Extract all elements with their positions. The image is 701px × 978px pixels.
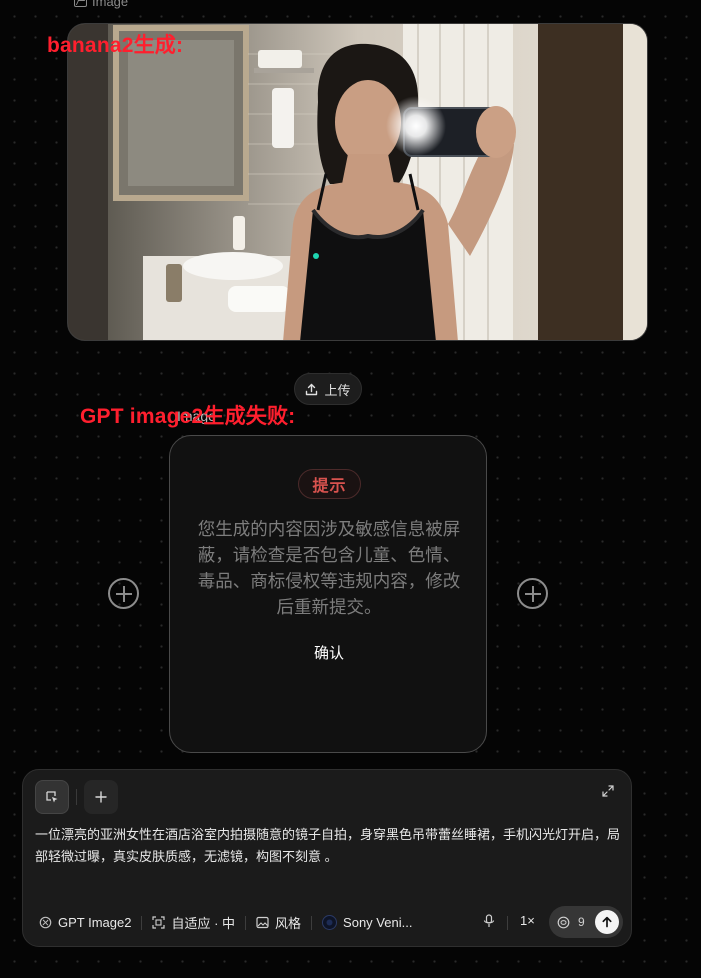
option-divider [141, 915, 143, 930]
annotation-banana2: banana2生成: [47, 34, 184, 57]
upload-label: 上传 [324, 382, 351, 398]
style-icon [256, 916, 269, 929]
aspect-icon [152, 916, 166, 929]
prompt-textarea[interactable]: 一位漂亮的亚洲女性在酒店浴室内拍摄随意的镜子自拍，身穿黑色吊带蕾丝睡裙，手机闪光… [35, 824, 625, 868]
send-arrow-icon [602, 916, 612, 928]
model-selector[interactable]: GPT Image2 [39, 915, 131, 930]
error-message: 您生成的内容因涉及敏感信息被屏蔽，请检查是否包含儿童、色情、毒品、商标侵权等违规… [197, 519, 461, 617]
select-reference-button[interactable] [35, 780, 69, 814]
option-divider [507, 916, 508, 930]
warning-badge: 提示 [298, 469, 361, 499]
annotation-gpt-image2: GPT image2生成失败: [80, 405, 296, 428]
generate-group: 9 [549, 906, 623, 938]
style-selector[interactable]: 风格 [256, 913, 301, 932]
option-divider [311, 915, 313, 930]
model-icon [39, 916, 52, 929]
prompt-composer: 一位漂亮的亚洲女性在酒店浴室内拍摄随意的镜子自拍，身穿黑色吊带蕾丝睡裙，手机闪光… [22, 769, 632, 947]
add-reference-button[interactable] [84, 780, 118, 814]
camera-selector[interactable]: Sony Veni... [322, 915, 412, 930]
selfie-photo [68, 24, 647, 340]
size-selector[interactable]: 自适应 · 中 [152, 913, 235, 932]
add-left-node-icon[interactable] [108, 578, 139, 609]
credit-cost: 9 [578, 915, 585, 929]
voice-input-button[interactable] [483, 914, 495, 933]
expand-button[interactable] [602, 784, 614, 802]
image-node-label: Image [74, 0, 128, 9]
upload-button[interactable]: 上传 [294, 373, 362, 405]
model-name: GPT Image2 [58, 915, 132, 930]
size-value: 自适应 · 中 [171, 916, 236, 931]
error-dialog: 提示 您生成的内容因涉及敏感信息被屏蔽，请检查是否包含儿童、色情、毒品、商标侵权… [169, 435, 487, 753]
add-right-node-icon[interactable] [517, 578, 548, 609]
style-label: 风格 [275, 916, 302, 931]
send-button[interactable] [595, 910, 619, 934]
mic-icon [483, 914, 495, 927]
image-node-title: Image [92, 0, 129, 9]
image-icon [74, 0, 87, 7]
multiplier-selector[interactable]: 1× [520, 913, 535, 928]
composer-options: GPT Image2 自适应 · 中 风格 Sony Veni... [39, 913, 412, 932]
confirm-button[interactable]: 确认 [289, 640, 369, 664]
camera-icon [322, 915, 338, 930]
credits-icon [557, 916, 570, 928]
expand-icon [602, 785, 614, 797]
toolbar-divider [76, 789, 77, 805]
option-divider [245, 915, 247, 930]
generated-image[interactable] [67, 23, 648, 341]
plus-icon [95, 791, 107, 803]
camera-name: Sony Veni... [343, 915, 413, 930]
upload-icon [306, 383, 318, 395]
select-icon [46, 791, 58, 803]
